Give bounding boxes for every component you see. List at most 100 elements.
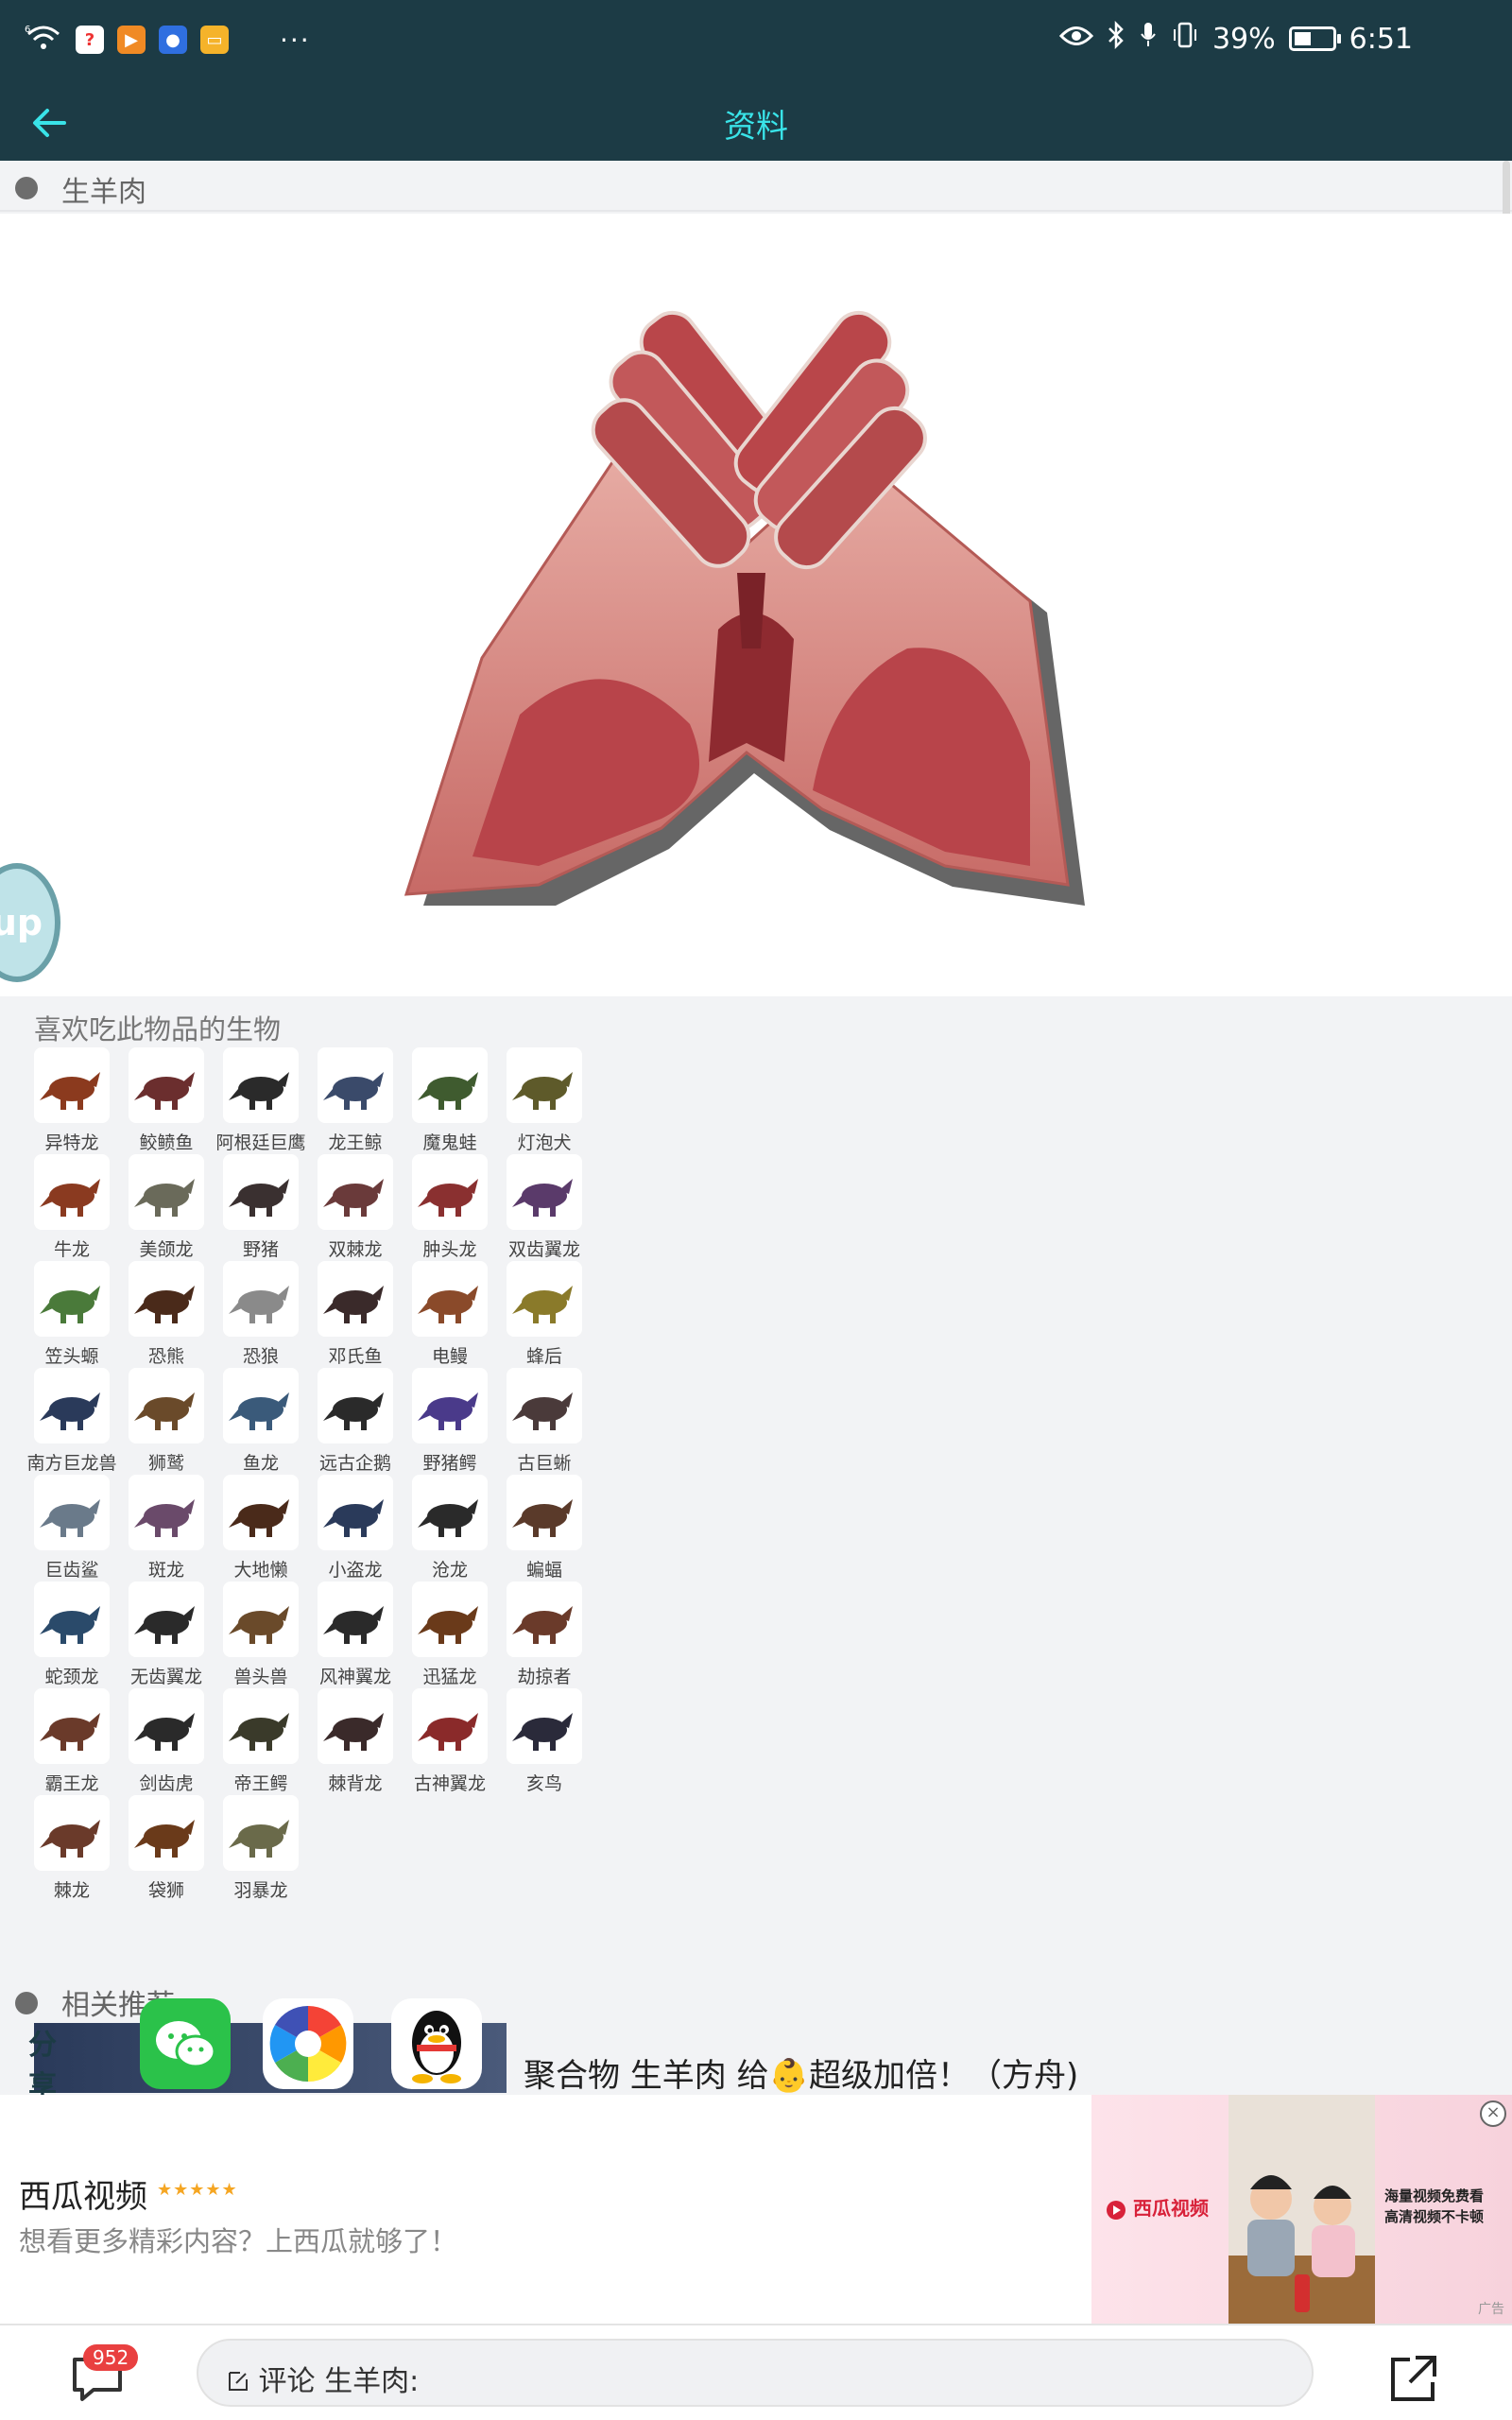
creature-item[interactable]: 霸王龙 (34, 1688, 110, 1795)
creature-name: 肿头龙 (422, 1239, 477, 1260)
item-name: 生羊肉 (61, 176, 146, 209)
creature-item[interactable]: 双齿翼龙 (507, 1154, 582, 1261)
svg-text:6: 6 (25, 25, 30, 35)
ad-app-name: 西瓜视频 (19, 2178, 147, 2216)
creature-item[interactable]: 兽头兽 (223, 1582, 299, 1688)
creature-item[interactable]: 野猪鳄 (412, 1368, 488, 1475)
creature-name: 斑龙 (147, 1560, 184, 1581)
app-notification-icon: ? (76, 26, 104, 54)
creature-item[interactable]: 肿头龙 (412, 1154, 488, 1261)
creature-item[interactable]: 蝙蝠 (507, 1475, 582, 1582)
creature-item[interactable]: 狮鹫 (129, 1368, 204, 1475)
news-title[interactable]: 聚合物 生羊肉 给👶超级加倍！（方舟) (524, 2049, 1078, 2096)
moments-share-button[interactable] (263, 1998, 353, 2089)
creature-item[interactable]: 巨齿鲨 (34, 1475, 110, 1582)
creature-item[interactable]: 沧龙 (412, 1475, 488, 1582)
creature-thumbnail (34, 1154, 110, 1230)
creature-thumbnail (129, 1475, 204, 1550)
creature-item[interactable]: 剑齿虎 (129, 1688, 204, 1795)
creature-thumbnail (318, 1047, 393, 1123)
creature-item[interactable]: 龙王鲸 (318, 1047, 393, 1154)
ad-brand-logo: 西瓜视频 (1106, 2193, 1209, 2221)
creature-item[interactable]: 灯泡犬 (507, 1047, 582, 1154)
creature-item[interactable]: 蜂后 (507, 1261, 582, 1368)
creature-thumbnail (412, 1154, 488, 1230)
creature-thumbnail (507, 1261, 582, 1337)
creature-item[interactable]: 异特龙 (34, 1047, 110, 1154)
ad-image[interactable]: 西瓜视频 海量视频免费看 高清视频不卡顿 × 广告 (1091, 2095, 1512, 2324)
creature-item[interactable]: 风神翼龙 (318, 1582, 393, 1688)
creature-thumbnail (34, 1795, 110, 1871)
creature-item[interactable]: 双棘龙 (318, 1154, 393, 1261)
creature-item[interactable]: 迅猛龙 (412, 1582, 488, 1688)
creature-name: 小盗龙 (328, 1560, 383, 1581)
ad-close-button[interactable]: × (1480, 2100, 1506, 2127)
comment-placeholder: 评论 生羊肉: (227, 2358, 419, 2399)
creature-name: 沧龙 (431, 1560, 468, 1581)
creature-name: 远古企鹅 (318, 1453, 391, 1474)
edit-icon (229, 2372, 248, 2391)
comment-input[interactable]: 评论 生羊肉: (197, 2339, 1314, 2407)
creature-name: 棘龙 (53, 1880, 90, 1901)
creature-item[interactable]: 帝王鳄 (223, 1688, 299, 1795)
video-app-icon: ▶ (117, 26, 146, 54)
creature-item[interactable]: 远古企鹅 (318, 1368, 393, 1475)
creature-thumbnail (507, 1582, 582, 1657)
bottom-bar: 952 评论 生羊肉: (0, 2324, 1512, 2420)
creature-item[interactable]: 无齿翼龙 (129, 1582, 204, 1688)
creature-item[interactable]: 鲛鲼鱼 (129, 1047, 204, 1154)
creature-item[interactable]: 恐狼 (223, 1261, 299, 1368)
creature-name: 野猪 (242, 1239, 279, 1260)
creature-item[interactable]: 野猪 (223, 1154, 299, 1261)
qq-share-button[interactable] (391, 1998, 482, 2089)
creature-item[interactable]: 牛龙 (34, 1154, 110, 1261)
creature-item[interactable]: 斑龙 (129, 1475, 204, 1582)
wechat-icon (156, 2021, 216, 2068)
creature-item[interactable]: 电鳗 (412, 1261, 488, 1368)
creature-thumbnail (129, 1154, 204, 1230)
creature-name: 双齿翼龙 (507, 1239, 580, 1260)
creature-name: 蝙蝠 (525, 1560, 562, 1581)
creature-thumbnail (318, 1582, 393, 1657)
creature-item[interactable]: 邓氏鱼 (318, 1261, 393, 1368)
creature-item[interactable]: 鱼龙 (223, 1368, 299, 1475)
creature-thumbnail (34, 1475, 110, 1550)
creature-name: 风神翼龙 (318, 1667, 391, 1687)
creature-thumbnail (223, 1261, 299, 1337)
creature-item[interactable]: 劫掠者 (507, 1582, 582, 1688)
page-title: 资料 (724, 108, 788, 146)
creature-item[interactable]: 笠头螈 (34, 1261, 110, 1368)
eye-icon (1058, 23, 1093, 56)
share-out-icon[interactable] (1387, 2352, 1440, 2405)
creature-item[interactable]: 小盗龙 (318, 1475, 393, 1582)
creature-item[interactable]: 古巨蜥 (507, 1368, 582, 1475)
creature-item[interactable]: 羽暴龙 (223, 1795, 299, 1902)
creature-item[interactable]: 阿根廷巨鹰 (215, 1047, 306, 1154)
creature-thumbnail (412, 1368, 488, 1443)
creature-name: 笠头螈 (44, 1346, 99, 1367)
creature-item[interactable]: 南方巨龙兽 (26, 1368, 117, 1475)
creature-name: 鱼龙 (242, 1453, 279, 1474)
creature-item[interactable]: 大地懒 (223, 1475, 299, 1582)
creature-item[interactable]: 古神翼龙 (412, 1688, 488, 1795)
creature-item[interactable]: 美颌龙 (129, 1154, 204, 1261)
ad-tag: 广告 (1478, 2302, 1504, 2317)
creature-name: 亥鸟 (525, 1773, 562, 1794)
creature-item[interactable]: 蛇颈龙 (34, 1582, 110, 1688)
creature-item[interactable]: 恐熊 (129, 1261, 204, 1368)
creature-item[interactable]: 棘背龙 (318, 1688, 393, 1795)
item-name-bar: 生羊肉 (0, 161, 1512, 212)
app-header: 资料 (0, 87, 1512, 161)
creature-item[interactable]: 棘龙 (34, 1795, 110, 1902)
creature-item[interactable]: 袋狮 (129, 1795, 204, 1902)
creature-item[interactable]: 亥鸟 (507, 1688, 582, 1795)
bluetooth-icon (1107, 20, 1125, 57)
ad-banner[interactable]: 西瓜视频 ★★★★★ 想看更多精彩内容？上西瓜就够了！ 西瓜视频 海量视频免费看… (0, 2095, 1512, 2324)
status-bar: 6 ? ▶ ● ▭ ··· 39% 6:51 (0, 0, 1512, 87)
creature-item[interactable]: 魔鬼蛙 (412, 1047, 488, 1154)
creature-thumbnail (507, 1475, 582, 1550)
wechat-share-button[interactable] (140, 1998, 231, 2089)
ad-description: 想看更多精彩内容？上西瓜就够了！ (19, 2225, 458, 2257)
creature-thumbnail (129, 1795, 204, 1871)
creature-name: 剑齿虎 (139, 1773, 194, 1794)
